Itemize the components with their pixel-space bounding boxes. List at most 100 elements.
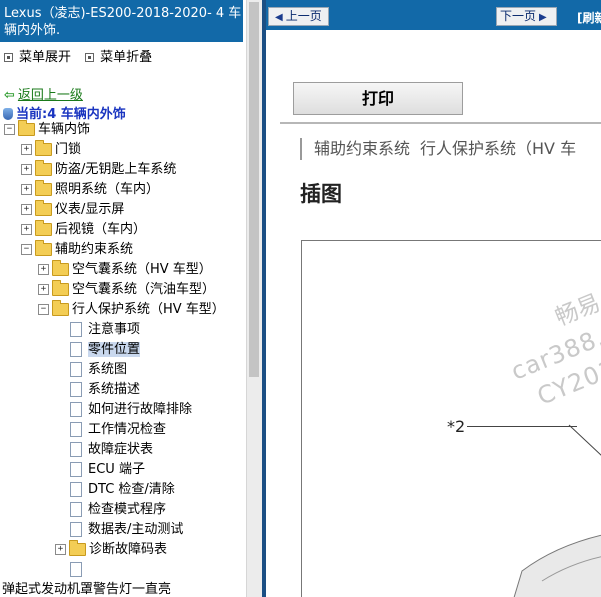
refresh-link[interactable]: [刷新 [577, 9, 601, 26]
illustration: *2 畅易 car388.co CY2016 [301, 240, 601, 597]
tree-scrollbar[interactable] [246, 0, 262, 597]
tree-item-label: 辅助约束系统 [55, 242, 134, 257]
tree-item-label: 检查模式程序 [88, 502, 167, 517]
tree-folder-item[interactable]: + 诊断故障码表 [55, 540, 167, 560]
tree-page-item[interactable]: 注意事项 [67, 320, 140, 340]
tree-folder-item[interactable]: + 照明系统（车内） [21, 180, 159, 200]
collapse-toggle-icon[interactable]: − [21, 244, 32, 255]
previous-page-button[interactable]: ◀ 上一页 [268, 7, 329, 26]
folder-icon [69, 540, 86, 556]
breadcrumb: 辅助约束系统 行人保护系统（HV 车 [300, 138, 586, 160]
previous-page-label: 上一页 [285, 9, 322, 23]
expand-all-label: 菜单展开 [19, 50, 72, 65]
tree-item-label: 空气囊系统（汽油车型） [72, 282, 216, 297]
expand-icon [4, 52, 13, 62]
tree-item-label: 零件位置 [88, 342, 141, 357]
document-icon [70, 482, 82, 497]
tree-page-item[interactable]: DTC 检查/清除 [67, 480, 175, 500]
folder-icon [35, 140, 52, 156]
tree-item-label: 门锁 [55, 142, 82, 157]
expand-toggle-icon[interactable]: + [21, 164, 32, 175]
folder-icon [52, 300, 69, 316]
expand-all-button[interactable]: 菜单展开 [2, 46, 71, 65]
expand-toggle-icon[interactable]: + [21, 144, 32, 155]
tree-page-item[interactable]: 如何进行故障排除 [67, 400, 192, 420]
separator [280, 122, 601, 124]
tree-item-label: 行人保护系统（HV 车型） [72, 302, 225, 317]
tree-folder-item[interactable]: + 后视镜（车内） [21, 220, 146, 240]
tree-page-item[interactable]: 工作情况检查 [67, 420, 166, 440]
document-icon [70, 382, 82, 397]
tree-item-label: 数据表/主动测试 [88, 522, 184, 537]
next-page-button[interactable]: 下一页 ▶ [496, 7, 557, 26]
tree-page-item[interactable]: 系统描述 [67, 380, 140, 400]
tree-page-item[interactable]: 故障症状表 [67, 440, 153, 460]
tree-item-label: 如何进行故障排除 [88, 402, 193, 417]
menu-controls: 菜单展开 菜单折叠 [2, 46, 160, 65]
folder-icon [35, 180, 52, 196]
tree-page-item[interactable]: 系统图 [67, 360, 127, 380]
document-icon [70, 402, 82, 417]
document-icon [70, 342, 82, 357]
tree-page-item[interactable]: 数据表/主动测试 [67, 520, 183, 540]
expand-toggle-icon[interactable]: + [38, 284, 49, 295]
tree-folder-item[interactable]: + 门锁 [21, 140, 81, 160]
tree-folder-item[interactable]: − 行人保护系统（HV 车型） [38, 300, 225, 320]
vehicle-outline [513, 534, 601, 597]
leader-line [568, 424, 601, 456]
tree-item-label: 仪表/显示屏 [55, 202, 125, 217]
callout-label: *2 [447, 417, 466, 436]
breadcrumb-item: 行人保护系统（HV 车 [420, 139, 577, 158]
collapse-icon [85, 52, 95, 62]
expand-toggle-icon[interactable]: + [55, 544, 66, 555]
tree-folder-item[interactable]: + 防盗/无钥匙上车系统 [21, 160, 176, 180]
tree-item-partial[interactable]: 弹起式发动机罩警告灯一直亮 [2, 578, 171, 597]
tree-page-item[interactable]: 零件位置 [67, 340, 141, 360]
document-icon [70, 462, 82, 477]
tree-item-label: ECU 端子 [88, 462, 145, 477]
tree-folder-item[interactable]: + 空气囊系统（汽油车型） [38, 280, 215, 300]
back-arrow-icon: ⇦ [4, 88, 15, 103]
folder-icon [18, 120, 35, 136]
scrollbar-thumb[interactable] [249, 2, 259, 377]
document-icon [70, 322, 82, 337]
document-icon [70, 422, 82, 437]
tree-item-label: 照明系统（车内） [55, 182, 160, 197]
tree-page-item[interactable]: ECU 端子 [67, 460, 145, 480]
expand-toggle-icon[interactable]: + [21, 184, 32, 195]
location-icon [3, 108, 13, 120]
tree-folder-item[interactable]: + 空气囊系统（HV 车型） [38, 260, 212, 280]
expand-toggle-icon[interactable]: + [21, 204, 32, 215]
tree-item-label: 防盗/无钥匙上车系统 [55, 162, 177, 177]
content-toolbar: ◀ 上一页 下一页 ▶ [刷新 [266, 0, 601, 30]
manual-title: Lexus（凌志)-ES200-2018-2020- 4 车辆内外饰. [0, 0, 243, 42]
callout-line [467, 426, 577, 427]
navigation-pane: Lexus（凌志)-ES200-2018-2020- 4 车辆内外饰. 菜单展开… [0, 0, 246, 597]
tree-item-label: 注意事项 [88, 322, 141, 337]
arrow-left-icon: ◀ [275, 12, 283, 23]
expand-toggle-icon[interactable]: + [38, 264, 49, 275]
tree-folder-item[interactable]: − 辅助约束系统 [21, 240, 133, 260]
tree-item-label: 空气囊系统（HV 车型） [72, 262, 212, 277]
tree-folder-item[interactable]: − 车辆内饰 [4, 120, 90, 140]
back-link[interactable]: 返回上一级 [18, 88, 83, 103]
expand-toggle-icon[interactable]: + [21, 224, 32, 235]
tree-page-item[interactable]: 检查模式程序 [67, 500, 166, 520]
content-pane: ◀ 上一页 下一页 ▶ [刷新 打印 辅助约束系统 行人保护系统（HV 车 插图 *2… [266, 0, 601, 597]
tree-item-label: 诊断故障码表 [89, 542, 168, 557]
next-page-label: 下一页 [500, 9, 537, 23]
tree-item-label: 系统图 [88, 362, 128, 377]
collapse-all-label: 菜单折叠 [100, 50, 153, 65]
folder-icon [35, 220, 52, 236]
breadcrumb-item: 辅助约束系统 [314, 139, 411, 158]
collapse-toggle-icon[interactable]: − [38, 304, 49, 315]
tree-page-item[interactable] [67, 560, 88, 580]
print-button[interactable]: 打印 [293, 82, 463, 115]
tree-folder-item[interactable]: + 仪表/显示屏 [21, 200, 124, 220]
collapse-toggle-icon[interactable]: − [4, 124, 15, 135]
back-link-row: ⇦ 返回上一级 [4, 84, 83, 103]
tree-item-label: 系统描述 [88, 382, 141, 397]
tree-item-label: 故障症状表 [88, 442, 154, 457]
collapse-all-button[interactable]: 菜单折叠 [83, 46, 152, 65]
folder-icon [35, 240, 52, 256]
